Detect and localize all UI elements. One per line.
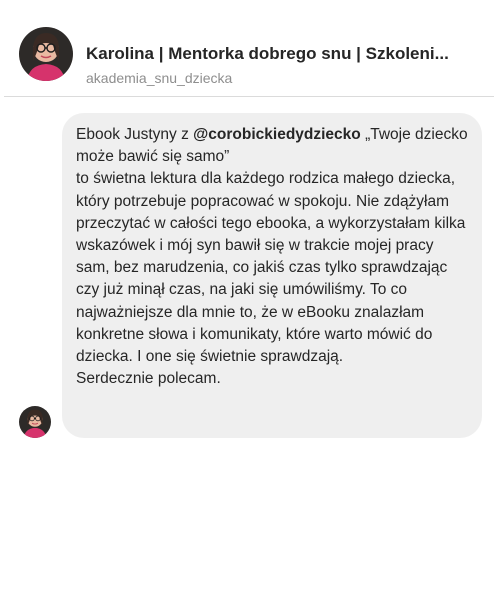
message-intro-text: Ebook Justyny z	[76, 126, 194, 143]
avatar-photo-icon	[19, 27, 73, 81]
profile-avatar[interactable]	[19, 27, 73, 81]
conversation-header: Karolina | Mentorka dobrego snu | Szkole…	[0, 0, 500, 96]
avatar-photo-icon	[19, 406, 51, 438]
message-intro: Ebook Justyny z @corobickiedydziecko „Tw…	[76, 124, 470, 168]
profile-handle: akademia_snu_dziecka	[86, 70, 233, 86]
header-divider	[4, 96, 494, 97]
message-closing: Serdecznie polecam.	[76, 370, 221, 388]
mention-link[interactable]: @corobickiedydziecko	[193, 126, 361, 143]
message-body: to świetna lektura dla każdego rodzica m…	[76, 170, 466, 366]
sender-avatar[interactable]	[19, 406, 51, 438]
profile-name[interactable]: Karolina | Mentorka dobrego snu | Szkole…	[86, 44, 486, 64]
message-bubble[interactable]: Ebook Justyny z @corobickiedydziecko „Tw…	[62, 113, 482, 438]
